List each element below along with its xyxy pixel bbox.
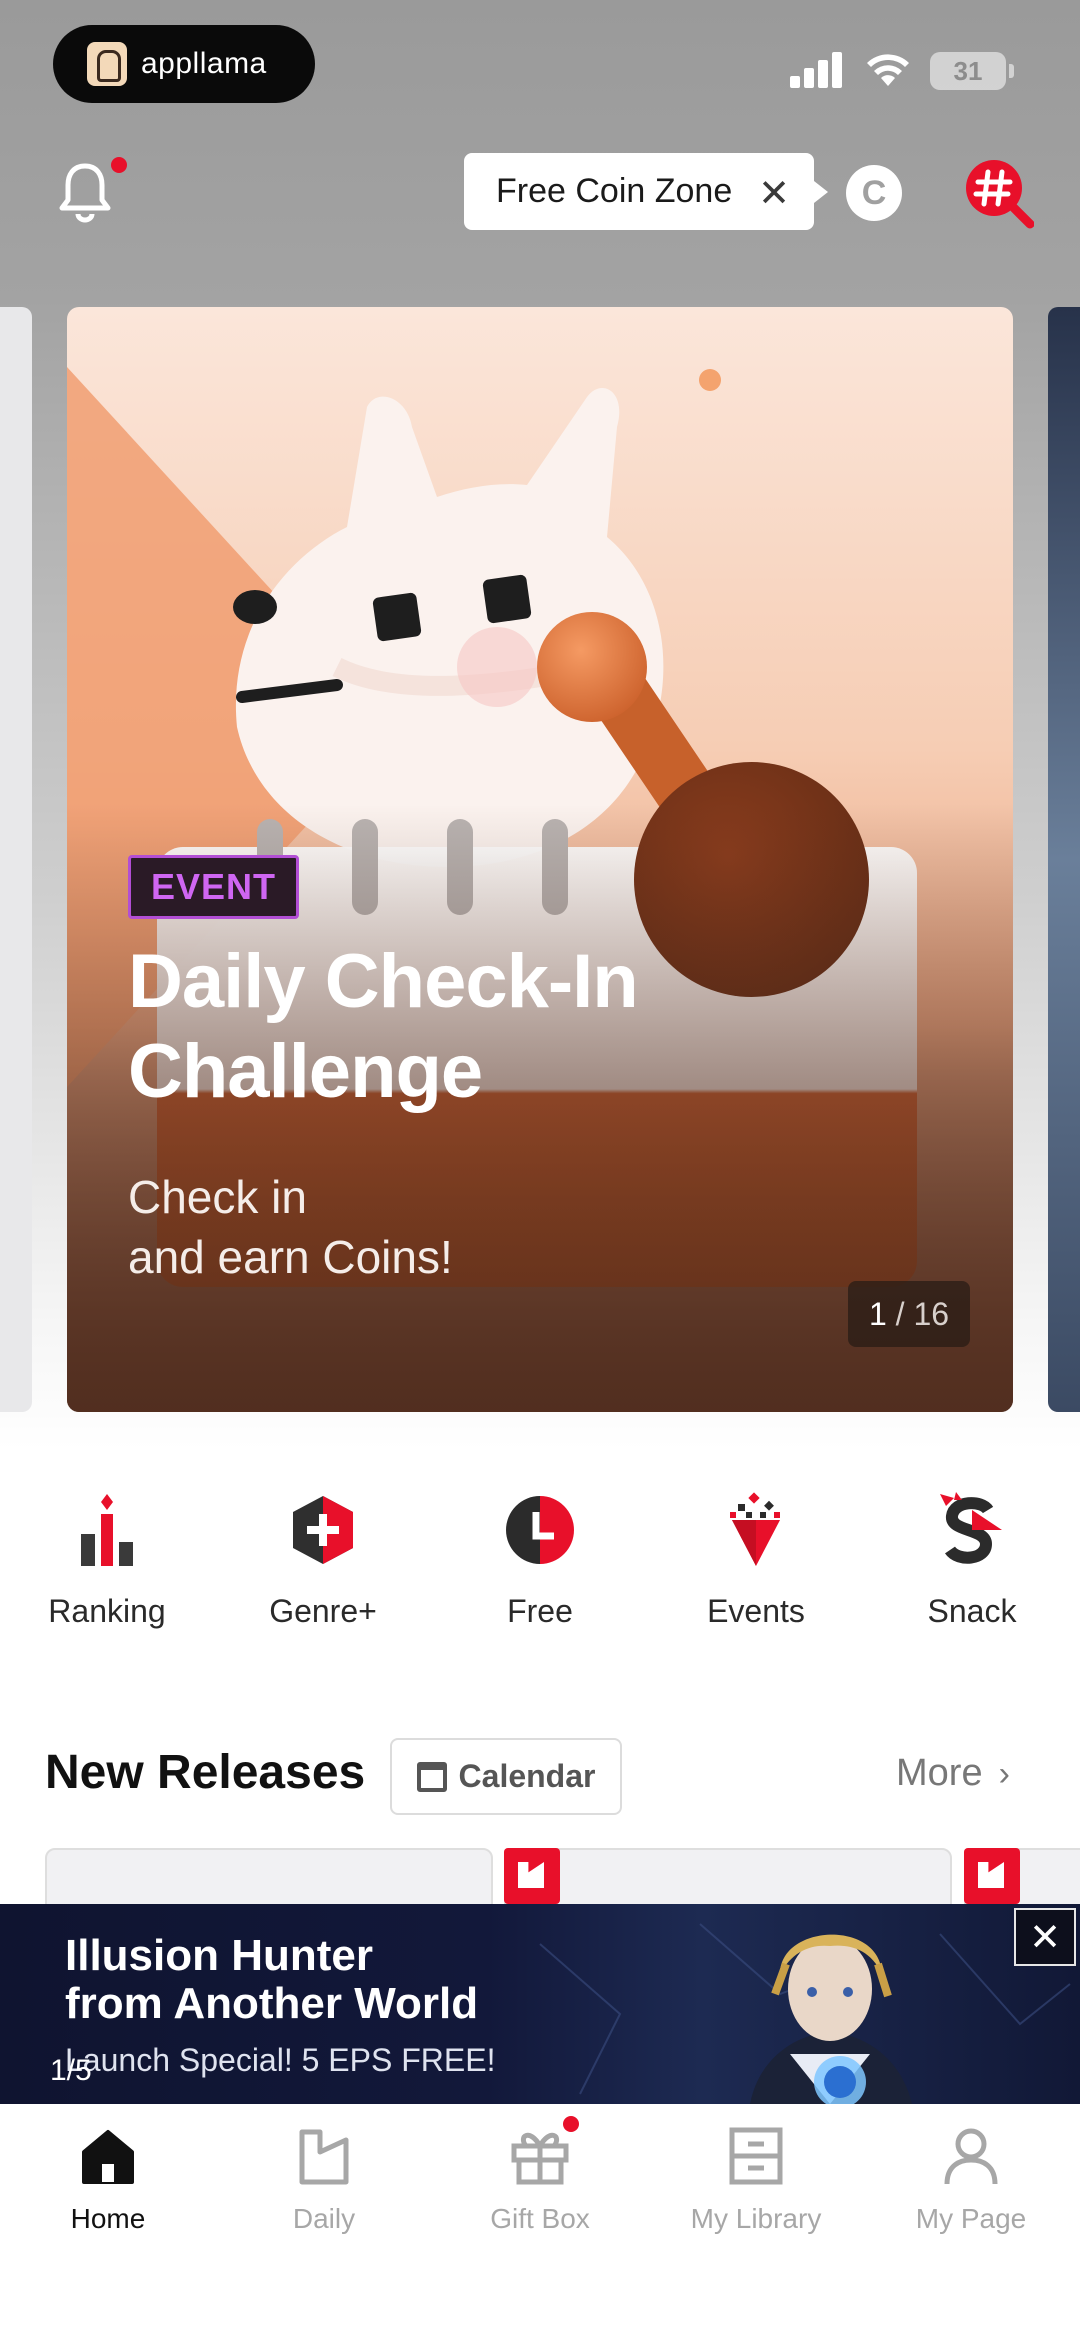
category-label: Ranking: [48, 1593, 166, 1629]
promo-close-button[interactable]: ✕: [1014, 1908, 1076, 1966]
coin-letter: C: [861, 173, 887, 212]
category-label: Free: [507, 1593, 573, 1629]
section-title-new-releases: New Releases: [45, 1746, 366, 1799]
tab-label: Home: [70, 2203, 146, 2234]
library-icon: [729, 2127, 783, 2185]
free-clock-icon: [506, 1496, 574, 1564]
app-name: appllama: [141, 47, 267, 80]
tag-search-icon[interactable]: [962, 158, 1034, 230]
carousel-next-card[interactable]: [1048, 307, 1080, 1412]
more-label: More: [896, 1752, 983, 1794]
events-icon: [730, 1492, 780, 1566]
category-label: Genre+: [269, 1593, 377, 1629]
coin-icon[interactable]: C: [846, 165, 902, 221]
tab-label: Gift Box: [490, 2203, 590, 2234]
release-thumbnail[interactable]: [504, 1848, 952, 1908]
category-ranking[interactable]: Ranking: [17, 1490, 197, 1630]
counter-total: / 16: [895, 1295, 950, 1332]
carousel-page-counter: 1 / 16: [848, 1281, 970, 1347]
ranking-icon: [81, 1494, 133, 1566]
tab-label: Daily: [292, 2203, 356, 2234]
notification-dot: [111, 157, 127, 173]
more-link[interactable]: More ›: [896, 1752, 1010, 1795]
counter-current: 1: [868, 1295, 887, 1332]
tab-my-library[interactable]: My Library: [656, 2124, 856, 2235]
category-events[interactable]: Events: [666, 1490, 846, 1630]
gift-box-icon: [511, 2132, 569, 2185]
promo-title: Illusion Hunter from Another World: [65, 1932, 625, 2028]
tab-gift-box[interactable]: Gift Box: [440, 2124, 640, 2235]
calendar-button[interactable]: Calendar: [390, 1738, 622, 1815]
tab-home[interactable]: Home: [8, 2124, 208, 2235]
calendar-label: Calendar: [458, 1758, 596, 1794]
category-label: Events: [707, 1593, 805, 1629]
category-free[interactable]: Free: [450, 1490, 630, 1630]
free-coin-zone-tooltip[interactable]: Free Coin Zone ✕: [464, 153, 828, 230]
tab-my-page[interactable]: My Page: [871, 2124, 1071, 2235]
daily-flag-icon: [504, 1848, 560, 1904]
chevron-right-icon: ›: [998, 1755, 1010, 1793]
category-shortcuts: Ranking Genre+ Free Events Snack: [0, 1490, 1080, 1650]
event-badge: EVENT: [128, 855, 300, 919]
hero-banner-card[interactable]: EVENT Daily Check-In Challenge Check in …: [67, 307, 1013, 1412]
genre-plus-icon: [293, 1496, 353, 1564]
status-bar: appllama 31: [0, 0, 1080, 130]
promo-subtitle: Launch Special! 5 EPS FREE!: [65, 2042, 496, 2078]
category-snack[interactable]: Snack: [882, 1490, 1062, 1630]
tab-label: My Library: [690, 2203, 822, 2234]
hero-title: Daily Check-In Challenge: [128, 939, 639, 1114]
promo-page-counter: 1/5: [50, 2054, 92, 2087]
category-genre-plus[interactable]: Genre+: [233, 1490, 413, 1630]
bottom-tab-bar: Home Daily Gift Box My Library My Page: [0, 2104, 1080, 2337]
category-label: Snack: [927, 1593, 1017, 1629]
snack-icon: [940, 1492, 1002, 1564]
tab-daily[interactable]: Daily: [224, 2124, 424, 2235]
calendar-icon: [416, 1761, 447, 1792]
hero-subtitle-line: Check in: [128, 1171, 307, 1223]
daily-flag-icon: [964, 1848, 1020, 1904]
promo-banner[interactable]: Illusion Hunter from Another World Launc…: [0, 1904, 1080, 2104]
tooltip-close-icon[interactable]: ✕: [758, 171, 790, 216]
tooltip-text: Free Coin Zone: [496, 172, 733, 210]
profile-icon: [944, 2128, 998, 2185]
battery-level: 31: [953, 55, 983, 86]
release-thumbnail[interactable]: [45, 1848, 493, 1908]
notification-bell-icon[interactable]: [55, 160, 115, 224]
llama-logo-icon: [87, 42, 127, 86]
tab-label: My Page: [915, 2203, 1027, 2234]
home-icon: [82, 2130, 134, 2184]
cellular-signal-icon: [790, 52, 844, 88]
wifi-icon: [867, 54, 909, 86]
battery-indicator: 31: [930, 52, 1014, 90]
carousel-prev-card[interactable]: [0, 307, 32, 1412]
promo-title-line: Illusion Hunter: [65, 1931, 373, 1980]
hero-subtitle-line: and earn Coins!: [128, 1231, 453, 1283]
promo-character-illustration: [750, 1934, 912, 2104]
promo-title-line: from Another World: [65, 1979, 479, 2028]
daily-icon: [299, 2129, 349, 2185]
gift-box-notification-dot: [563, 2116, 579, 2132]
app-indicator-pill[interactable]: appllama: [53, 25, 315, 103]
hero-subtitle: Check in and earn Coins!: [128, 1167, 828, 1287]
